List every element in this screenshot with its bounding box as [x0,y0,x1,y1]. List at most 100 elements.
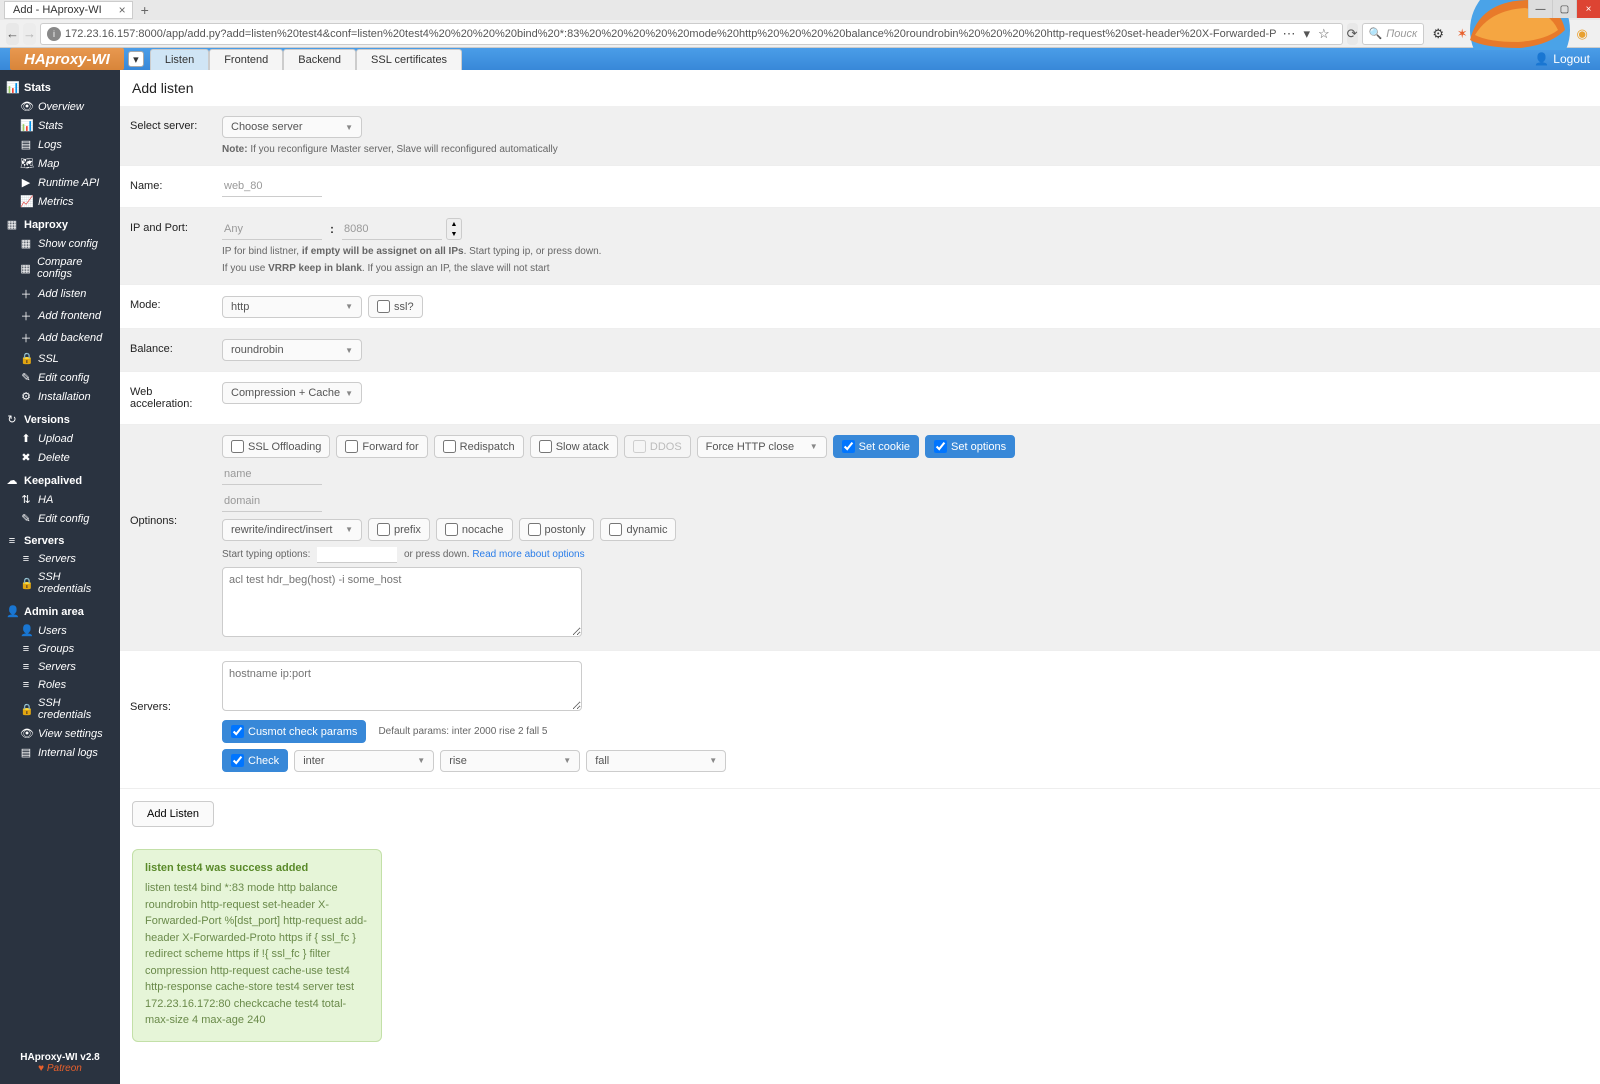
server-select[interactable]: Choose server▼ [222,116,362,138]
success-message: listen test4 was success added listen te… [132,849,382,1042]
tab-close-icon[interactable]: × [119,3,126,17]
site-info-icon[interactable]: i [47,27,61,41]
sidebar-icon: ↻ [6,413,18,426]
option-set-options[interactable]: Set options [925,435,1015,458]
sidebar-item-upload[interactable]: ⬆Upload [6,429,114,448]
nav-back[interactable]: ← [6,23,19,45]
check-checkbox[interactable]: Check [222,749,288,772]
cookie-postonly[interactable]: postonly [519,518,595,541]
sidebar-item-groups[interactable]: ≡Groups [6,640,114,658]
servers-textarea[interactable] [222,661,582,711]
overflow-icon[interactable]: ≫ [1596,24,1600,44]
sidebar-icon: ▦ [20,237,32,250]
tab-ssl-certificates[interactable]: SSL certificates [356,49,462,70]
sidebar-item-ha[interactable]: ⇅HA [6,490,114,509]
sidebar-item-roles[interactable]: ≡Roles [6,676,114,694]
nav-forward[interactable]: → [23,23,36,45]
rise-select[interactable]: rise▼ [440,750,580,772]
sidebar-item-logs[interactable]: ▤Logs [6,135,114,154]
ext-icon-1[interactable]: ⚙ [1428,24,1448,44]
sidebar-item-metrics[interactable]: 📈Metrics [6,192,114,211]
option-set-cookie[interactable]: Set cookie [833,435,919,458]
label-ip-port: IP and Port: [120,208,210,284]
sidebar-item-ssl[interactable]: 🔒SSL [6,349,114,368]
sidebar-head-versions[interactable]: ↻Versions [6,410,114,429]
help-button[interactable]: ▾ [128,51,144,67]
cookie-domain-input[interactable] [222,491,322,512]
sidebar-item-edit-config[interactable]: ✎Edit config [6,368,114,387]
sidebar-item-edit-config[interactable]: ✎Edit config [6,509,114,528]
sidebar-head-stats[interactable]: 📊Stats [6,78,114,97]
ext-icon-3[interactable]: ⛶ [1476,24,1496,44]
new-tab-button[interactable]: + [133,2,157,18]
option-slow-atack[interactable]: Slow atack [530,435,618,458]
custom-check-params[interactable]: Cusmot check params [222,720,366,743]
tab-listen[interactable]: Listen [150,49,209,70]
inter-select[interactable]: inter▼ [294,750,434,772]
sidebar-item-map[interactable]: 🗺Map [6,154,114,173]
sidebar-item-add-backend[interactable]: ＋Add backend [6,327,114,349]
balance-select[interactable]: roundrobin▼ [222,339,362,361]
read-more-link[interactable]: Read more about options [472,549,584,560]
options-typeahead[interactable] [317,547,397,563]
sidebar-item-internal-logs[interactable]: ▤Internal logs [6,743,114,762]
sidebar-item-runtime-api[interactable]: ▶Runtime API [6,173,114,192]
cookie-prefix[interactable]: prefix [368,518,430,541]
sidebar-item-servers[interactable]: ≡Servers [6,550,114,568]
tab-frontend[interactable]: Frontend [209,49,283,70]
port-spinner[interactable]: ▲▼ [446,218,462,240]
port-input[interactable] [342,219,442,240]
sidebar-item-add-listen[interactable]: ＋Add listen [6,283,114,305]
cookie-dynamic[interactable]: dynamic [600,518,676,541]
sidebar-item-ssh-credentials[interactable]: 🔒SSH credentials [6,694,114,724]
sidebar-head-haproxy[interactable]: ▦Haproxy [6,215,114,234]
ssl-checkbox[interactable]: ssl? [368,295,423,318]
sidebar-item-installation[interactable]: ⚙Installation [6,387,114,406]
sidebar-item-show-config[interactable]: ▦Show config [6,234,114,253]
webaccel-select[interactable]: Compression + Cache▼ [222,382,362,404]
patreon-link[interactable]: ♥ Patreon [6,1063,114,1074]
option-ssl-offloading[interactable]: SSL Offloading [222,435,330,458]
ext-icon-5[interactable]: ▦ [1524,24,1544,44]
rewrite-select[interactable]: rewrite/indirect/insert▼ [222,519,362,541]
force-http-select[interactable]: Force HTTP close▼ [697,436,827,458]
window-minimize[interactable]: — [1528,0,1552,18]
logout-link[interactable]: 👤 Logout [1534,52,1590,66]
cookie-name-input[interactable] [222,464,322,485]
option-forward-for[interactable]: Forward for [336,435,427,458]
ip-input[interactable] [222,219,322,240]
name-input[interactable] [222,176,322,197]
sidebar-item-compare-configs[interactable]: ▦Compare configs [6,253,114,283]
sidebar-item-users[interactable]: 👤Users [6,621,114,640]
ext-icon-7[interactable]: ◉ [1572,24,1592,44]
ext-icon-6[interactable]: ◐ [1548,24,1568,44]
url-shield-icon[interactable]: ▾ [1303,26,1310,42]
cookie-nocache[interactable]: nocache [436,518,513,541]
reload-button[interactable]: ⟳ [1347,23,1358,45]
url-more-icon[interactable]: ⋯ [1282,26,1295,42]
ext-icon-4[interactable]: ⛔ [1500,24,1520,44]
sidebar-item-overview[interactable]: 👁Overview [6,97,114,116]
sidebar-item-delete[interactable]: ✖Delete [6,448,114,467]
sidebar-item-servers[interactable]: ≡Servers [6,658,114,676]
window-maximize[interactable]: ▢ [1552,0,1576,18]
option-redispatch[interactable]: Redispatch [434,435,524,458]
sidebar-item-view-settings[interactable]: 👁View settings [6,724,114,743]
sidebar-item-add-frontend[interactable]: ＋Add frontend [6,305,114,327]
sidebar-head-servers[interactable]: ≡Servers [6,532,114,550]
options-textarea[interactable] [222,567,582,637]
sidebar-item-ssh-credentials[interactable]: 🔒SSH credentials [6,568,114,598]
fall-select[interactable]: fall▼ [586,750,726,772]
browser-search[interactable]: 🔍 Поиск [1362,23,1425,45]
add-listen-button[interactable]: Add Listen [132,801,214,827]
sidebar-item-stats[interactable]: 📊Stats [6,116,114,135]
browser-tab[interactable]: Add - HAproxy-WI × [4,1,133,19]
url-bar[interactable]: i 172.23.16.157:8000/app/add.py?add=list… [40,23,1343,45]
url-star-icon[interactable]: ☆ [1318,26,1330,42]
ext-icon-2[interactable]: ✶ [1452,24,1472,44]
window-close[interactable]: × [1576,0,1600,18]
sidebar-head-admin-area[interactable]: 👤Admin area [6,602,114,621]
sidebar-head-keepalived[interactable]: ☁Keepalived [6,471,114,490]
tab-backend[interactable]: Backend [283,49,356,70]
mode-select[interactable]: http▼ [222,296,362,318]
